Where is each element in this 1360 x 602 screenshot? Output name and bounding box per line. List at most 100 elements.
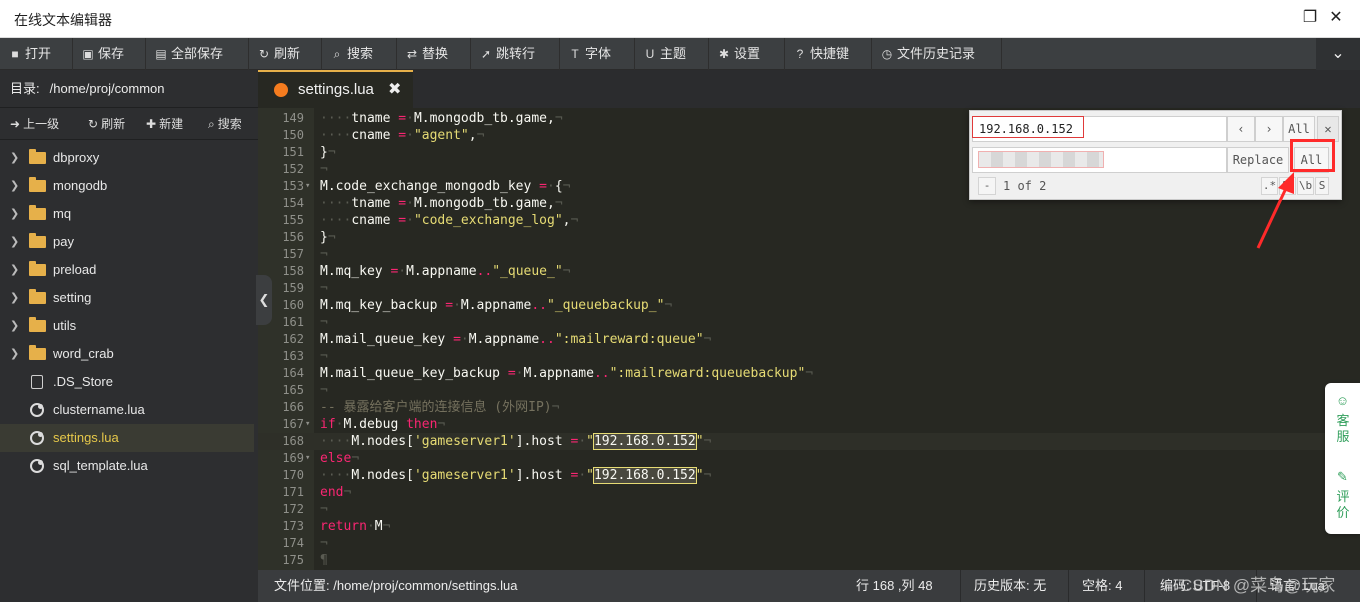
find-prev-button[interactable]: ‹ xyxy=(1227,116,1255,142)
search-match: 192.168.0.152 xyxy=(592,433,697,450)
tree-file[interactable]: clustername.lua xyxy=(0,396,254,424)
chat-label[interactable]: 客服 xyxy=(1336,413,1350,445)
toolbar-item-10[interactable]: ? 快捷键 xyxy=(785,38,872,70)
sidebar-action-label: 搜索 xyxy=(217,117,242,131)
folder-icon xyxy=(29,261,46,276)
sidebar-collapse-handle[interactable]: ❮ xyxy=(256,275,272,325)
fold-marker[interactable]: ▾ xyxy=(305,450,310,467)
review-label[interactable]: 评价 xyxy=(1336,489,1350,521)
code-token: " xyxy=(695,468,704,483)
toolbar-item-label: 搜索 xyxy=(347,46,374,61)
tab-settings-lua[interactable]: settings.lua ✖ xyxy=(258,70,413,108)
tree-item-label: clustername.lua xyxy=(53,402,145,417)
chevron-right-icon[interactable]: ❯ xyxy=(10,256,19,284)
code-token: M.code_exchange_mongodb_key xyxy=(320,179,540,194)
selection-toggle[interactable]: S xyxy=(1315,177,1329,195)
code-token: = xyxy=(398,128,407,143)
code-line: 162 M.mail_queue_key =·M.appname..":mailr… xyxy=(258,331,1360,348)
status-history[interactable]: 历史版本: 无 xyxy=(974,570,1046,602)
line-number: 163 xyxy=(282,349,304,363)
folder-icon xyxy=(29,233,46,248)
fold-marker[interactable]: ▾ xyxy=(305,416,310,433)
watermark: CSDN @菜鸟@玩家 xyxy=(1180,576,1336,595)
line-number: 170 xyxy=(282,468,304,482)
toolbar-item-7[interactable]: T 字体 xyxy=(560,38,635,70)
chevron-right-icon[interactable]: ❯ xyxy=(10,144,19,172)
toolbar-item-5[interactable]: ⇄ 替换 xyxy=(397,38,471,70)
tree-folder[interactable]: ❯ dbproxy xyxy=(0,144,254,172)
line-number: 175 xyxy=(282,553,304,567)
collapse-replace-button[interactable]: - xyxy=(978,177,996,195)
sidebar-action-2[interactable]: ✚ 新建 xyxy=(146,108,183,140)
chevron-right-icon[interactable]: ❯ xyxy=(10,340,19,368)
chevron-right-icon[interactable]: ❯ xyxy=(10,284,19,312)
lua-file-icon xyxy=(30,431,44,445)
tree-file[interactable]: settings.lua xyxy=(0,424,254,452)
sidebar-action-0[interactable]: ➜ 上一级 xyxy=(10,108,59,140)
code-token: · xyxy=(406,111,414,126)
chevron-right-icon[interactable]: ❯ xyxy=(10,172,19,200)
status-file-position: 文件位置: /home/proj/common/settings.lua xyxy=(274,578,518,593)
review-icon[interactable]: ✎ xyxy=(1325,469,1360,485)
tab-close-icon[interactable]: ✖ xyxy=(388,72,401,108)
toolbar-item-9[interactable]: ✱ 设置 xyxy=(709,38,785,70)
code-text: -- 暴露给客户端的连接信息 (外网IP)¬ xyxy=(320,399,559,416)
tree-folder[interactable]: ❯ preload xyxy=(0,256,254,284)
code-text: ····M.nodes['gameserver1'].host =·"192.1… xyxy=(320,433,711,450)
status-indent[interactable]: 空格: 4 xyxy=(1082,570,1122,602)
toolbar-item-8[interactable]: U 主题 xyxy=(635,38,709,70)
code-text: M.mail_queue_key =·M.appname..":mailrewa… xyxy=(320,331,711,348)
code-token: = xyxy=(453,332,461,347)
chevron-right-icon[interactable]: ❯ xyxy=(10,200,19,228)
code-token: M.mail_queue_key xyxy=(320,332,454,347)
tree-folder[interactable]: ❯ utils xyxy=(0,312,254,340)
blurred-replace-text xyxy=(978,151,1104,168)
code-line: 157 ¬ xyxy=(258,246,1360,263)
toolbar-item-3[interactable]: ↻ 刷新 xyxy=(249,38,322,70)
toolbar-item-4[interactable]: ⌕ 搜索 xyxy=(322,38,397,70)
code-token: M.nodes[ xyxy=(351,468,414,483)
code-text: ¬ xyxy=(320,501,328,518)
tree-folder[interactable]: ❯ mongodb xyxy=(0,172,254,200)
code-text: return·M¬ xyxy=(320,518,390,535)
chat-icon[interactable]: ☺ xyxy=(1325,393,1360,409)
fold-marker[interactable]: ▾ xyxy=(305,178,310,195)
code-token: M.appname xyxy=(468,332,540,347)
sidebar-action-3[interactable]: ⌕ 搜索 xyxy=(208,108,242,140)
toolbar-item-11[interactable]: ◷ 文件历史记录 xyxy=(872,38,1002,70)
tree-folder[interactable]: ❯ word_crab xyxy=(0,340,254,368)
code-token: ¬ xyxy=(703,468,712,483)
font-icon: T xyxy=(571,47,579,61)
chevron-down-icon[interactable]: ⌄ xyxy=(1316,38,1360,70)
code-token: .. xyxy=(539,332,555,347)
code-line: 167 ▾ if·M.debug then¬ xyxy=(258,416,1360,433)
toolbar-item-0[interactable]: ■ 打开 xyxy=(0,38,73,70)
status-cursor: 行 168 ,列 48 xyxy=(856,578,933,593)
tree-folder[interactable]: ❯ setting xyxy=(0,284,254,312)
find-next-button[interactable]: › xyxy=(1255,116,1283,142)
code-token: = xyxy=(539,179,547,194)
close-icon[interactable]: ✕ xyxy=(1326,8,1346,28)
arrow-up-icon: ➜ xyxy=(10,117,21,131)
code-token: = xyxy=(398,196,407,211)
chevron-right-icon[interactable]: ❯ xyxy=(10,228,19,256)
code-token: } xyxy=(320,230,328,245)
chevron-right-icon[interactable]: ❯ xyxy=(10,312,19,340)
toolbar-item-1[interactable]: ▣ 保存 xyxy=(73,38,146,70)
tree-file[interactable]: sql_template.lua xyxy=(0,452,254,480)
toolbar-item-6[interactable]: ➚ 跳转行 xyxy=(471,38,560,70)
toolbar-item-2[interactable]: ▤ 全部保存 xyxy=(146,38,249,70)
sidebar-action-1[interactable]: ↻ 刷新 xyxy=(88,108,125,140)
code-token: ···· xyxy=(320,213,352,228)
tree-item-label: .DS_Store xyxy=(53,374,113,389)
code-token: ¬ xyxy=(320,502,328,517)
tree-folder[interactable]: ❯ pay xyxy=(0,228,254,256)
tree-file[interactable]: .DS_Store xyxy=(0,368,254,396)
line-number: 171 xyxy=(282,485,304,499)
restore-icon[interactable]: ❐ xyxy=(1300,8,1320,28)
toolbar-item-label: 打开 xyxy=(25,46,52,61)
title-bar: 在线文本编辑器 ❐ ✕ xyxy=(0,0,1360,38)
save-all-icon: ▤ xyxy=(155,47,167,61)
line-number: 151 xyxy=(282,145,304,159)
tree-folder[interactable]: ❯ mq xyxy=(0,200,254,228)
